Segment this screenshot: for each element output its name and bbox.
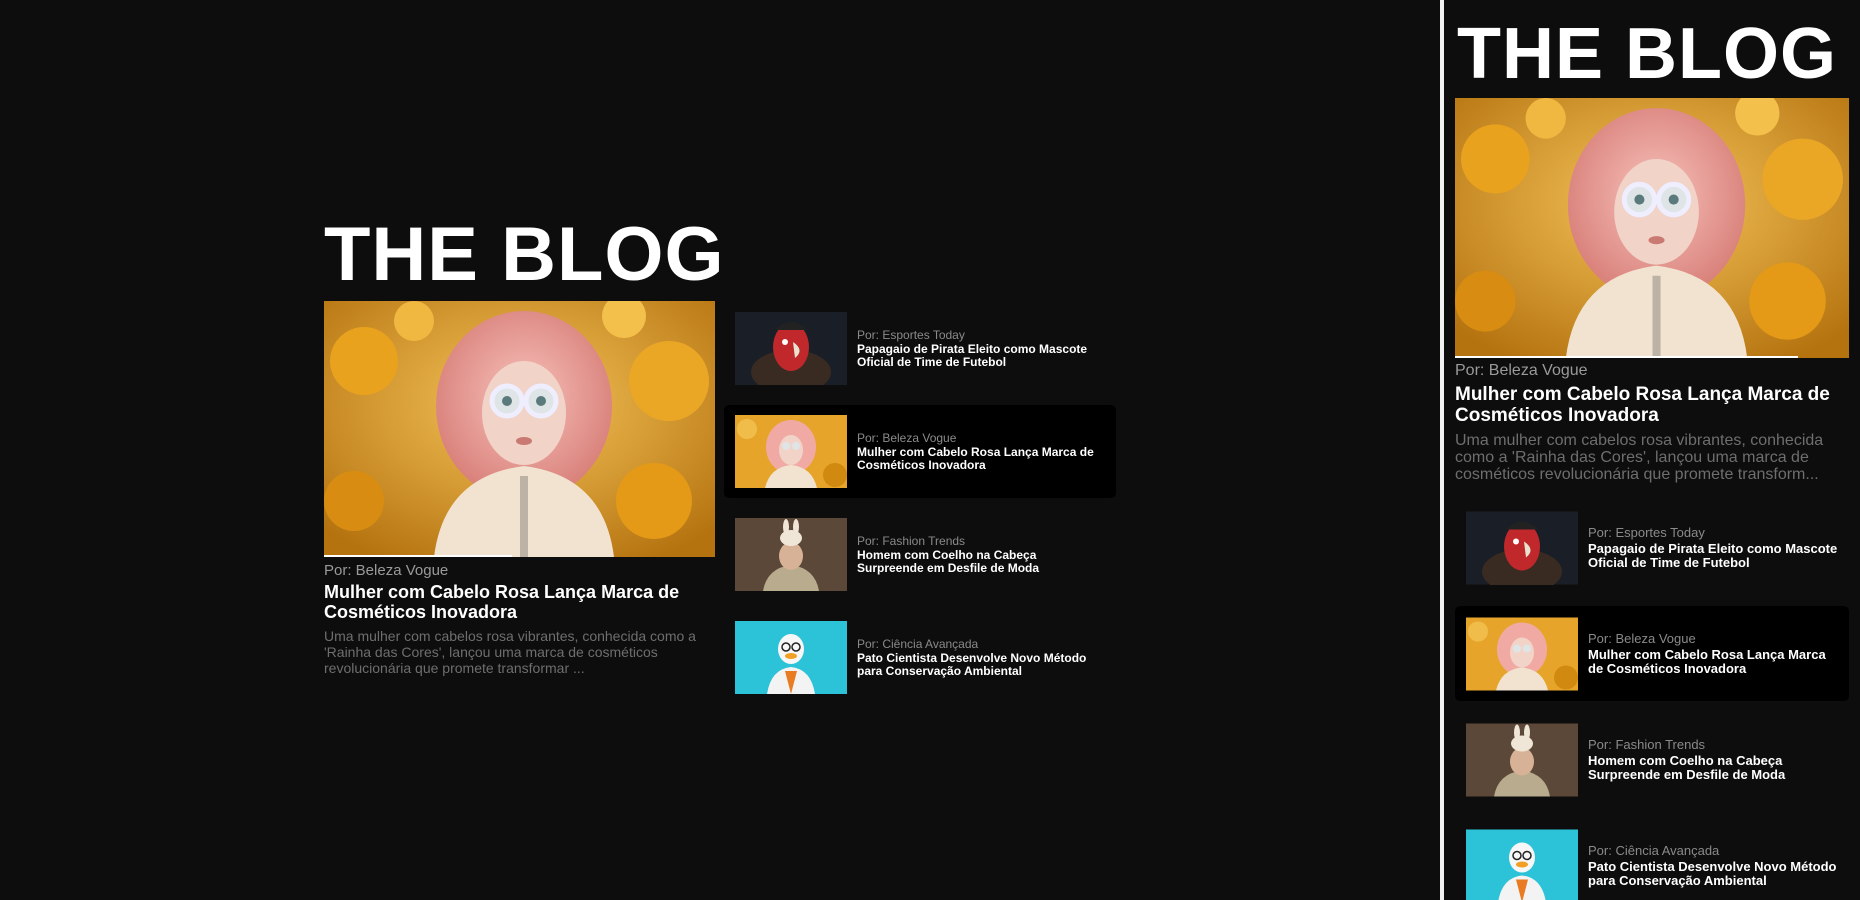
mobile-view: THE BLOG Por: Beleza Vogue Mulher com Ca… xyxy=(1444,0,1860,900)
post-card-duck[interactable]: Por: Ciência Avançada Pato Cientista Des… xyxy=(724,611,1116,704)
featured-author: Por: Beleza Vogue xyxy=(324,562,449,579)
post-title[interactable]: Homem com Coelho na Cabeça Surpreende em… xyxy=(857,548,1105,575)
post-author: Por: Esportes Today xyxy=(1588,524,1705,540)
post-author: Por: Esportes Today xyxy=(857,327,965,342)
featured-excerpt: Uma mulher com cabelos rosa vibrantes, c… xyxy=(1455,432,1824,483)
pink-hair-woman-image xyxy=(735,415,847,488)
post-title[interactable]: Mulher com Cabelo Rosa Lança Marca de Co… xyxy=(1588,647,1838,676)
post-author: Por: Fashion Trends xyxy=(1588,736,1706,752)
featured-post[interactable]: Por: Beleza Vogue Mulher com Cabelo Rosa… xyxy=(324,301,715,676)
post-list: Por: Esportes Today Papagaio de Pirata E… xyxy=(1455,500,1849,900)
scientist-duck-image xyxy=(1466,829,1578,900)
post-title[interactable]: Homem com Coelho na Cabeça Surpreende em… xyxy=(1588,753,1838,782)
featured-excerpt: Uma mulher com cabelos rosa vibrantes, c… xyxy=(324,628,696,676)
post-title[interactable]: Mulher com Cabelo Rosa Lança Marca de Co… xyxy=(857,445,1105,472)
pink-hair-woman-image[interactable] xyxy=(1455,98,1849,358)
post-author: Por: Beleza Vogue xyxy=(1588,630,1696,646)
post-author: Por: Ciência Avançada xyxy=(1588,842,1720,858)
post-card-parrot[interactable]: Por: Esportes Today Papagaio de Pirata E… xyxy=(1455,500,1849,595)
post-card-rabbit[interactable]: Por: Fashion Trends Homem com Coelho na … xyxy=(1455,712,1849,807)
post-card-rabbit[interactable]: Por: Fashion Trends Homem com Coelho na … xyxy=(724,508,1116,601)
blog-title: THE BLOG xyxy=(324,212,725,297)
blog-title: THE BLOG xyxy=(1457,14,1837,94)
post-author: Por: Fashion Trends xyxy=(857,533,966,548)
post-title[interactable]: Pato Cientista Desenvolve Novo Método pa… xyxy=(857,651,1105,678)
featured-author: Por: Beleza Vogue xyxy=(1455,362,1588,379)
pirate-parrot-image xyxy=(1466,511,1578,585)
pirate-parrot-image xyxy=(735,312,847,385)
post-title[interactable]: Papagaio de Pirata Eleito como Mascote O… xyxy=(1588,541,1838,570)
pink-hair-woman-image[interactable] xyxy=(324,301,715,557)
post-author: Por: Beleza Vogue xyxy=(857,430,957,445)
post-title[interactable]: Papagaio de Pirata Eleito como Mascote O… xyxy=(857,342,1105,369)
featured-progress-bar xyxy=(1455,356,1798,358)
post-card-woman[interactable]: Por: Beleza Vogue Mulher com Cabelo Rosa… xyxy=(724,405,1116,498)
featured-progress-bar xyxy=(324,555,512,557)
desktop-view: THE BLOG Por: Beleza Vogue Mulher com Ca… xyxy=(0,0,1440,900)
post-card-parrot[interactable]: Por: Esportes Today Papagaio de Pirata E… xyxy=(724,302,1116,395)
post-title[interactable]: Pato Cientista Desenvolve Novo Método pa… xyxy=(1588,859,1838,888)
featured-post[interactable]: Por: Beleza Vogue Mulher com Cabelo Rosa… xyxy=(1455,98,1849,484)
post-card-duck[interactable]: Por: Ciência Avançada Pato Cientista Des… xyxy=(1455,818,1849,900)
scientist-duck-image xyxy=(735,621,847,694)
pink-hair-woman-image xyxy=(1466,617,1578,691)
post-list: Por: Esportes Today Papagaio de Pirata E… xyxy=(724,302,1116,714)
man-with-rabbit-image xyxy=(1466,723,1578,797)
post-card-woman[interactable]: Por: Beleza Vogue Mulher com Cabelo Rosa… xyxy=(1455,606,1849,701)
featured-headline[interactable]: Mulher com Cabelo Rosa Lança Marca de Co… xyxy=(1455,384,1849,426)
post-author: Por: Ciência Avançada xyxy=(857,636,979,651)
man-with-rabbit-image xyxy=(735,518,847,591)
featured-headline[interactable]: Mulher com Cabelo Rosa Lança Marca de Co… xyxy=(324,582,715,622)
